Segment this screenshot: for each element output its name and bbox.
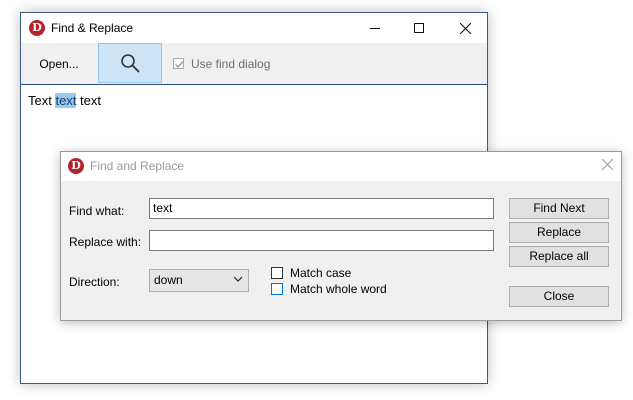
minimize-button[interactable] — [353, 13, 397, 43]
toolbar: Open... Use find dialog — [21, 43, 487, 85]
find-next-button[interactable]: Find Next — [509, 198, 609, 219]
replace-button[interactable]: Replace — [509, 222, 609, 243]
use-find-dialog-option: Use find dialog — [173, 43, 270, 84]
dialog-title: Find and Replace — [90, 159, 185, 173]
maximize-button[interactable] — [397, 13, 441, 43]
search-icon — [121, 54, 140, 73]
match-case-label: Match case — [290, 266, 352, 280]
close-window-button[interactable] — [443, 13, 487, 43]
dialog-close-button[interactable] — [601, 158, 614, 173]
find-what-label: Find what: — [69, 204, 125, 218]
close-icon — [459, 22, 471, 34]
chevron-down-icon — [233, 276, 243, 282]
title-bar[interactable]: D Find & Replace — [21, 13, 487, 43]
find-what-input[interactable]: text — [149, 198, 494, 219]
open-button[interactable]: Open... — [21, 43, 97, 84]
dialog-title-bar[interactable]: D Find and Replace — [61, 152, 621, 181]
dialog-logo-icon: D — [68, 158, 84, 174]
text-before: Text — [28, 93, 56, 108]
close-button[interactable]: Close — [509, 286, 609, 307]
app-logo-icon: D — [29, 20, 45, 36]
replace-with-input[interactable] — [149, 230, 494, 251]
close-icon — [601, 158, 614, 171]
search-button[interactable] — [98, 43, 162, 83]
use-find-dialog-checkbox[interactable] — [173, 58, 184, 69]
direction-select[interactable]: down — [149, 269, 249, 292]
replace-all-button[interactable]: Replace all — [509, 246, 609, 267]
match-whole-word-label: Match whole word — [290, 282, 387, 296]
direction-value: down — [154, 273, 183, 287]
replace-with-label: Replace with: — [69, 235, 142, 249]
text-after: text — [76, 93, 102, 108]
window-title: Find & Replace — [51, 21, 134, 35]
direction-label: Direction: — [69, 275, 120, 289]
match-case-option: Match case — [271, 266, 351, 280]
minimize-icon — [370, 28, 380, 29]
use-find-dialog-label: Use find dialog — [191, 56, 271, 71]
match-whole-word-checkbox[interactable] — [271, 283, 283, 295]
match-whole-word-option: Match whole word — [271, 282, 387, 296]
checkmark-icon — [175, 61, 184, 68]
selected-text: text — [55, 93, 77, 108]
match-case-checkbox[interactable] — [271, 267, 283, 279]
maximize-icon — [414, 23, 424, 33]
find-replace-dialog: D Find and Replace Find what: text Repla… — [60, 151, 622, 321]
